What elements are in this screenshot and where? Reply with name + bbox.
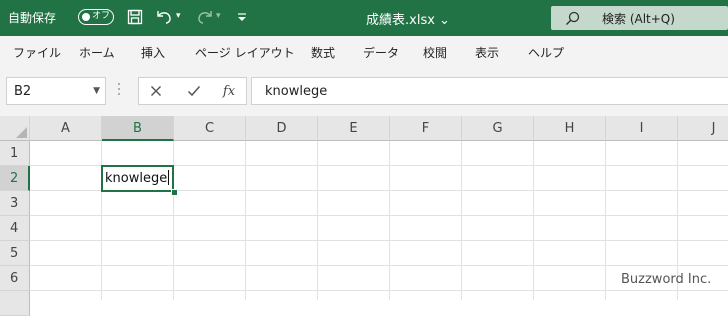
name-box[interactable]: B2 ▼	[6, 77, 106, 105]
tab-page-layout[interactable]: ページ レイアウト	[195, 44, 295, 61]
corner-triangle-icon	[16, 127, 27, 138]
row-header-5[interactable]: 5	[0, 241, 30, 266]
row-header-4[interactable]: 4	[0, 216, 30, 241]
column-header-c[interactable]: C	[174, 116, 246, 141]
row-header-2[interactable]: 2	[0, 166, 30, 191]
row-header-7[interactable]	[0, 291, 30, 316]
active-cell-b2[interactable]: knowlege	[101, 165, 174, 192]
gridline	[30, 290, 728, 291]
column-header-h[interactable]: H	[534, 116, 606, 141]
customize-toolbar-icon[interactable]	[233, 8, 251, 26]
autosave-state: オフ	[92, 11, 111, 21]
undo-dropdown-icon[interactable]: ▾	[176, 11, 181, 21]
redo-icon[interactable]	[196, 8, 214, 26]
column-header-f[interactable]: F	[390, 116, 462, 141]
column-header-d[interactable]: D	[246, 116, 318, 141]
tab-review[interactable]: 校閲	[423, 44, 447, 61]
column-header-e[interactable]: E	[318, 116, 390, 141]
column-header-i[interactable]: I	[606, 116, 678, 141]
enter-check-icon[interactable]	[184, 81, 204, 101]
watermark: Buzzword Inc.	[621, 272, 712, 287]
search-box[interactable]: 検索 (Alt+Q)	[551, 6, 728, 30]
formula-input[interactable]: knowlege	[251, 77, 728, 105]
column-header-b[interactable]: B	[102, 116, 174, 141]
tab-formulas[interactable]: 数式	[311, 44, 335, 61]
tab-view[interactable]: 表示	[475, 44, 499, 61]
search-placeholder: 検索 (Alt+Q)	[602, 12, 675, 26]
tab-insert[interactable]: 挿入	[141, 44, 165, 61]
column-header-a[interactable]: A	[30, 116, 102, 141]
tab-home[interactable]: ホーム	[79, 44, 115, 61]
toggle-knob	[82, 12, 90, 21]
document-title[interactable]: 成績表.xlsx ⌄	[366, 9, 450, 28]
gridline	[30, 215, 728, 216]
row-header-1[interactable]: 1	[0, 141, 30, 166]
save-icon[interactable]	[126, 8, 144, 26]
undo-icon[interactable]	[155, 8, 173, 26]
gridline	[30, 240, 728, 241]
row-header-3[interactable]: 3	[0, 191, 30, 216]
select-all-button[interactable]	[0, 116, 30, 141]
tab-data[interactable]: データ	[363, 44, 399, 61]
title-bar: 自動保存 オフ ▾ ▾ 成績表.xlsx ⌄ 検索 (Alt+Q)	[0, 0, 728, 36]
text-cursor	[168, 170, 170, 185]
fill-handle[interactable]	[171, 189, 178, 196]
autosave-label: 自動保存	[8, 11, 57, 25]
row-header-6[interactable]: 6	[0, 266, 30, 291]
chevron-down-icon: ⌄	[439, 13, 450, 28]
column-header-j[interactable]: J	[678, 116, 728, 141]
redo-dropdown-icon[interactable]: ▾	[216, 11, 221, 21]
chevron-down-icon[interactable]: ▼	[93, 86, 100, 96]
cancel-icon[interactable]	[146, 81, 166, 101]
cell-edit-text: knowlege	[105, 170, 170, 186]
more-options-icon[interactable]	[118, 83, 121, 98]
insert-function-icon[interactable]: fx	[219, 81, 239, 101]
gridline	[30, 265, 728, 266]
search-icon	[565, 11, 580, 30]
ribbon-tabs: ファイル ホーム 挿入 ページ レイアウト 数式 データ 校閲 表示 ヘルプ	[0, 36, 728, 70]
column-header-g[interactable]: G	[462, 116, 534, 141]
tab-file[interactable]: ファイル	[13, 44, 61, 61]
autosave-toggle[interactable]: オフ	[78, 9, 114, 25]
spreadsheet-grid: A B C D E F G H I J 1 2 3 4 5 6 knowlege…	[0, 116, 728, 316]
formula-buttons: fx	[138, 77, 247, 105]
formula-text: knowlege	[265, 84, 328, 99]
tab-help[interactable]: ヘルプ	[528, 44, 564, 61]
name-box-value: B2	[14, 84, 32, 99]
formula-bar: B2 ▼ fx knowlege	[0, 69, 728, 116]
